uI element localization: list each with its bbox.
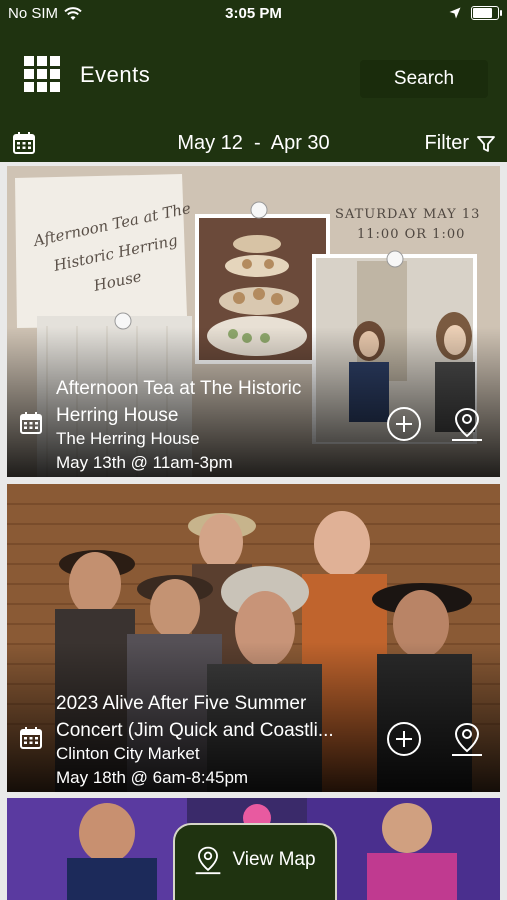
clock: 3:05 PM: [225, 5, 282, 22]
status-right: [449, 6, 502, 20]
event-venue: The Herring House: [56, 429, 200, 448]
filter-icon: [477, 135, 495, 152]
filter-button[interactable]: Filter: [425, 132, 495, 155]
status-bar: No SIM 3:05 PM: [0, 0, 507, 28]
flyer-date: SATURDAY MAY 13: [335, 207, 480, 222]
view-map-label: View Map: [232, 848, 316, 870]
map-pin-icon[interactable]: [450, 721, 484, 757]
date-separator: -: [254, 132, 261, 154]
battery-icon: [471, 6, 502, 20]
event-list[interactable]: Afternoon Tea at The Historic Herring Ho…: [0, 162, 507, 900]
filter-label: Filter: [424, 132, 469, 154]
event-venue: Clinton City Market: [56, 744, 200, 763]
calendar-icon[interactable]: [19, 726, 43, 750]
location-arrow-icon: [449, 7, 461, 19]
add-to-calendar-button[interactable]: [387, 407, 421, 441]
map-pin-icon: [196, 846, 221, 874]
battery-level: [473, 8, 492, 18]
event-card[interactable]: 2023 Alive After Five Summer Concert (Ji…: [7, 484, 500, 792]
flyer-times: 11:00 OR 1:00: [357, 227, 465, 242]
event-title-line-1: 2023 Alive After Five Summer: [56, 693, 307, 714]
date-end: Apr 30: [270, 132, 330, 154]
event-datetime: May 18th @ 6am-8:45pm: [56, 768, 249, 787]
event-title-line-2: Herring House: [56, 405, 179, 426]
event-title[interactable]: 2023 Alive After Five Summer Concert (Ji…: [56, 690, 366, 744]
event-datetime: May 13th @ 11am-3pm: [56, 453, 233, 472]
event-title-line-1: Afternoon Tea at The Historic: [56, 378, 302, 399]
add-to-calendar-button[interactable]: [387, 722, 421, 756]
page-title: Events: [80, 62, 151, 87]
event-card[interactable]: Afternoon Tea at The Historic Herring Ho…: [7, 166, 500, 477]
map-pin-icon[interactable]: [450, 406, 484, 442]
view-map-button[interactable]: View Map: [173, 823, 337, 900]
app-header: Events Search: [0, 28, 507, 120]
calendar-icon[interactable]: [19, 411, 43, 435]
date-filter-bar: May 12 - Apr 30 Filter: [0, 124, 507, 162]
event-title-line-2: Concert (Jim Quick and Coastli...: [56, 720, 334, 741]
search-button[interactable]: Search: [360, 60, 488, 98]
date-start: May 12: [177, 132, 243, 154]
event-title[interactable]: Afternoon Tea at The Historic Herring Ho…: [56, 375, 366, 429]
grid-menu-icon[interactable]: [24, 56, 60, 92]
